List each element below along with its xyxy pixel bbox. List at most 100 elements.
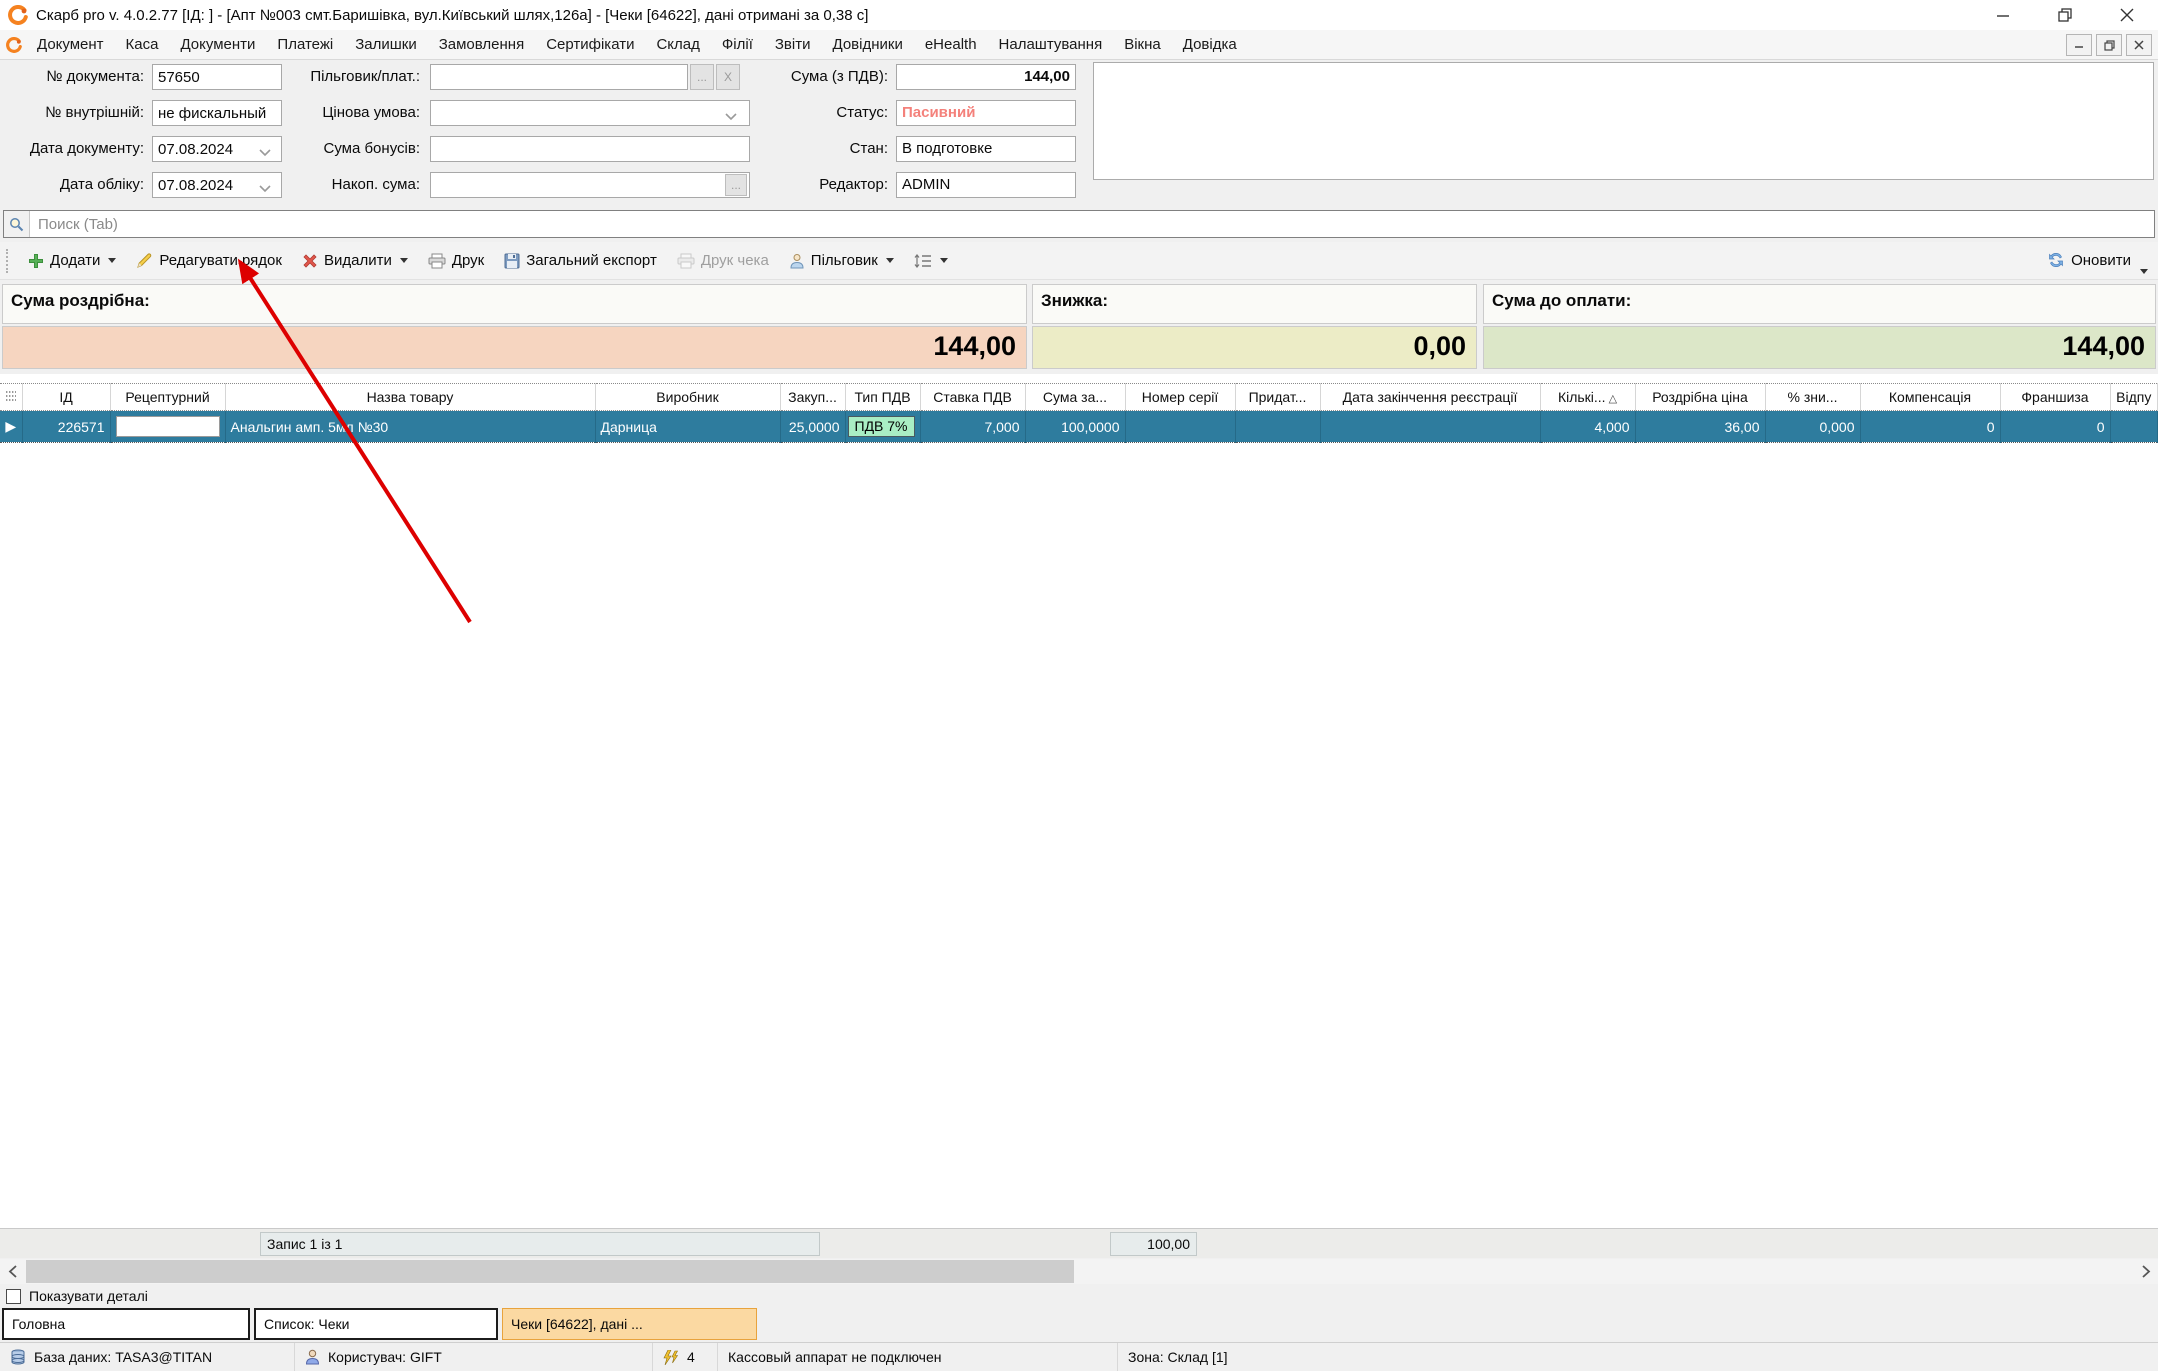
- cell-quantity[interactable]: 4,000: [1540, 410, 1636, 443]
- column-header-retail-price[interactable]: Роздрібна ціна: [1635, 383, 1766, 411]
- column-header-sum-for[interactable]: Сума за...: [1025, 383, 1126, 411]
- cell-manufacturer[interactable]: Дарница: [595, 410, 781, 443]
- column-header-compensation[interactable]: Компенсація: [1860, 383, 2001, 411]
- column-header-serial-number[interactable]: Номер серії: [1125, 383, 1236, 411]
- edit-row-button[interactable]: Редагувати рядок: [129, 248, 289, 273]
- accum-sum-field[interactable]: [430, 172, 750, 198]
- menu-item-ehealth[interactable]: eHealth: [914, 32, 988, 57]
- accum-sum-label: Накоп. сума:: [331, 176, 420, 193]
- tab-spysok-cheky[interactable]: Список: Чеки: [254, 1308, 498, 1340]
- table-row[interactable]: ▶ 226571 Анальгин амп. 5мл №30 Дарница 2…: [0, 410, 2158, 443]
- refresh-dropdown-icon[interactable]: [2140, 269, 2148, 274]
- sum-with-vat-value: 144,00: [896, 64, 1076, 90]
- menu-item-zamovlennia[interactable]: Замовлення: [428, 32, 535, 57]
- toolbar-grip[interactable]: [6, 248, 11, 273]
- menu-item-zalyshky[interactable]: Залишки: [344, 32, 428, 57]
- beneficiary-browse-button[interactable]: ...: [690, 64, 714, 90]
- menu-item-platezhi[interactable]: Платежі: [266, 32, 344, 57]
- menu-item-sklad[interactable]: Склад: [645, 32, 710, 57]
- beneficiary-button[interactable]: Пільговик: [782, 248, 901, 273]
- export-button[interactable]: Загальний експорт: [497, 248, 664, 273]
- doc-number-field[interactable]: [152, 64, 282, 90]
- account-date-field[interactable]: [152, 172, 282, 198]
- add-button[interactable]: Додати: [21, 248, 123, 273]
- bonus-sum-field[interactable]: [430, 136, 750, 162]
- show-details-checkbox[interactable]: [6, 1288, 21, 1304]
- column-header-dispense[interactable]: Відпу: [2110, 383, 2158, 411]
- mdi-close-button[interactable]: [2126, 34, 2152, 56]
- cell-franchise[interactable]: 0: [2000, 410, 2111, 443]
- tab-cheky-active[interactable]: Чеки [64622], дані ...: [502, 1308, 757, 1340]
- beneficiary-field[interactable]: [430, 64, 688, 90]
- column-header-purchase[interactable]: Закуп...: [780, 383, 846, 411]
- cell-purchase[interactable]: 25,0000: [780, 410, 846, 443]
- mdi-minimize-button[interactable]: [2066, 34, 2092, 56]
- delete-dropdown-icon[interactable]: [399, 258, 408, 263]
- comment-box[interactable]: [1093, 62, 2154, 180]
- tab-holovna[interactable]: Головна: [2, 1308, 250, 1340]
- menu-item-dokument[interactable]: Документ: [26, 32, 115, 57]
- cell-prescription[interactable]: [110, 410, 226, 443]
- payable-sum-label: Сума до оплати:: [1483, 284, 2156, 324]
- cell-registration-end-date[interactable]: [1320, 410, 1541, 443]
- delete-button[interactable]: Видалити: [295, 248, 415, 273]
- column-header-manufacturer[interactable]: Виробник: [595, 383, 781, 411]
- cell-vat-rate[interactable]: 7,000: [920, 410, 1026, 443]
- cell-validity[interactable]: [1235, 410, 1321, 443]
- column-header-prescription[interactable]: Рецептурний: [110, 383, 226, 411]
- prescription-checkbox-cell[interactable]: [115, 416, 220, 437]
- menu-item-nalashtuvannia[interactable]: Налаштування: [988, 32, 1114, 57]
- horizontal-scrollbar[interactable]: [0, 1259, 2158, 1284]
- column-header-franchise[interactable]: Франшиза: [2000, 383, 2111, 411]
- internal-number-field[interactable]: [152, 100, 282, 126]
- menu-item-vikna[interactable]: Вікна: [1113, 32, 1172, 57]
- accum-sum-browse-button[interactable]: ...: [725, 174, 747, 196]
- menu-item-dovidka[interactable]: Довідка: [1172, 32, 1248, 57]
- refresh-button[interactable]: Оновити: [2040, 247, 2138, 273]
- column-header-quantity[interactable]: Кількі... △: [1540, 383, 1636, 411]
- cell-product-name[interactable]: Анальгин амп. 5мл №30: [225, 410, 596, 443]
- beneficiary-clear-button[interactable]: X: [716, 64, 740, 90]
- scroll-left-icon[interactable]: [0, 1259, 24, 1284]
- scroll-right-icon[interactable]: [2134, 1259, 2158, 1284]
- menu-item-dovidnyky[interactable]: Довідники: [822, 32, 914, 57]
- cell-dispense[interactable]: [2110, 410, 2158, 443]
- doc-date-field[interactable]: [152, 136, 282, 162]
- column-header-discount-pct[interactable]: % зни...: [1765, 383, 1861, 411]
- retail-sum-value: 144,00: [2, 326, 1027, 369]
- row-height-dropdown-icon[interactable]: [939, 258, 948, 263]
- menu-item-filii[interactable]: Філії: [711, 32, 764, 57]
- price-condition-select[interactable]: [430, 100, 750, 126]
- search-input[interactable]: [30, 211, 2154, 237]
- menu-item-dokumenty[interactable]: Документи: [169, 32, 266, 57]
- column-header-vat-rate[interactable]: Ставка ПДВ: [920, 383, 1026, 411]
- close-button[interactable]: [2096, 0, 2158, 30]
- beneficiary-dropdown-icon[interactable]: [885, 258, 894, 263]
- column-header-vat-type[interactable]: Тип ПДВ: [845, 383, 921, 411]
- cell-vat-type[interactable]: ПДВ 7%: [845, 410, 921, 443]
- print-button[interactable]: Друк: [421, 248, 491, 273]
- menu-item-zvity[interactable]: Звіти: [764, 32, 822, 57]
- pencil-icon: [136, 252, 153, 269]
- scrollbar-thumb[interactable]: [26, 1260, 1074, 1283]
- record-counter: Запис 1 із 1: [260, 1232, 820, 1256]
- column-header-id[interactable]: ІД: [22, 383, 111, 411]
- menu-item-sertyfikaty[interactable]: Сертифікати: [535, 32, 645, 57]
- grid-corner-icon[interactable]: [0, 383, 23, 411]
- cell-id[interactable]: 226571: [22, 410, 111, 443]
- row-height-button[interactable]: [907, 250, 955, 272]
- minimize-button[interactable]: [1972, 0, 2034, 30]
- bonus-sum-label: Сума бонусів:: [323, 140, 420, 157]
- cell-compensation[interactable]: 0: [1860, 410, 2001, 443]
- cell-sum-for[interactable]: 100,0000: [1025, 410, 1126, 443]
- column-header-registration-end-date[interactable]: Дата закінчення реєстрації: [1320, 383, 1541, 411]
- cell-serial-number[interactable]: [1125, 410, 1236, 443]
- column-header-product-name[interactable]: Назва товару: [225, 383, 596, 411]
- menu-item-kasa[interactable]: Каса: [115, 32, 170, 57]
- restore-button[interactable]: [2034, 0, 2096, 30]
- add-dropdown-icon[interactable]: [108, 258, 117, 263]
- cell-retail-price[interactable]: 36,00: [1635, 410, 1766, 443]
- mdi-restore-button[interactable]: [2096, 34, 2122, 56]
- column-header-validity[interactable]: Придат...: [1235, 383, 1321, 411]
- cell-discount-pct[interactable]: 0,000: [1765, 410, 1861, 443]
